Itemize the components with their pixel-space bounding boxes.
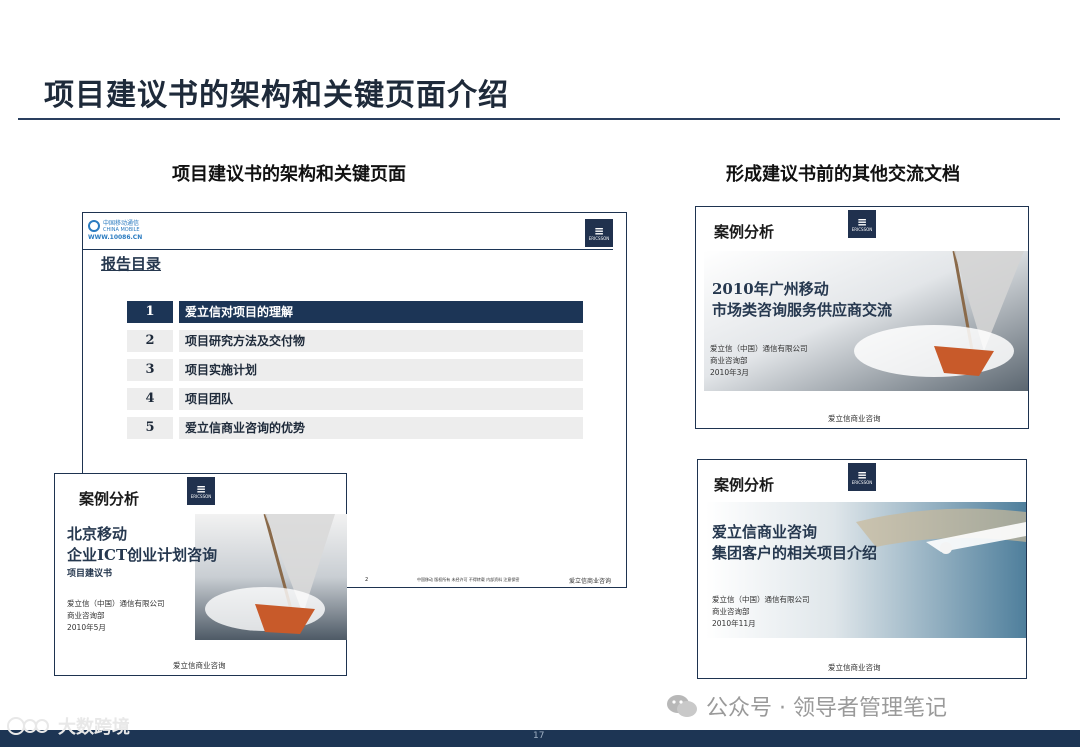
logo-text-cn: 中国移动通信 (103, 220, 140, 227)
case-title: 2010年广州移动 市场类咨询服务供应商交流 (712, 279, 892, 321)
case-footer: 爱立信商业咨询 (828, 663, 881, 672)
left-section-subtitle: 项目建议书的架构和关键页面 (172, 164, 406, 185)
slide-footer-note: 中国移动 版权所有 未经许可 不得转载 内部资料 注意保密 (417, 577, 520, 582)
case-title: 爱立信商业咨询 集团客户的相关项目介绍 (712, 522, 877, 564)
toc-heading: 报告目录 (101, 255, 162, 273)
slide-footer-brand: 爱立信商业咨询 (569, 578, 612, 585)
ericsson-text: ERICSSON (851, 479, 873, 485)
case-meta: 爱立信（中国）通信有限公司 商业咨询部 2010年3月 (710, 343, 808, 379)
toc-label: 项目团队 (179, 388, 583, 410)
wechat-watermark-text: 公众号 · 领导者管理笔记 (706, 696, 947, 721)
case-meta-line: 商业咨询部 (712, 607, 750, 616)
slide-header-rule (83, 249, 613, 250)
toc-item-2: 2 项目研究方法及交付物 (127, 330, 583, 352)
bottom-left-watermark: 大数跨境 (6, 713, 130, 739)
toc-label: 爱立信商业咨询的优势 (179, 417, 583, 439)
case-meta-line: 爱立信（中国）通信有限公司 (710, 344, 808, 353)
ericsson-text: ERICSSON (588, 235, 610, 241)
toc-number: 1 (127, 301, 173, 323)
toc-number: 3 (127, 359, 173, 381)
case-meta-line: 2010年11月 (712, 619, 756, 628)
ericsson-logo: ≡ ERICSSON (848, 210, 876, 238)
ericsson-text: ERICSSON (851, 226, 873, 232)
case-footer: 爱立信商业咨询 (828, 414, 881, 423)
case-title-line: 市场类咨询服务供应商交流 (712, 301, 893, 319)
china-mobile-icon (88, 219, 100, 232)
case-meta-line: 爱立信（中国）通信有限公司 (67, 599, 165, 608)
slide-footer-page: 2 (365, 577, 369, 583)
right-section-subtitle: 形成建议书前的其他交流文档 (726, 164, 960, 185)
ericsson-text: ERICSSON (190, 493, 212, 499)
case-slide-guangzhou: 案例分析 ≡ ERICSSON 2010年广州移动 市场类咨询服务供应商交流 爱立… (695, 206, 1029, 429)
case-slide-beijing: 案例分析 ≡ ERICSSON 北京移动 企业ICT创业计划咨询 项目建议书 爱立… (54, 473, 347, 676)
toc-label: 项目实施计划 (179, 359, 583, 381)
page-title: 项目建议书的架构和关键页面介绍 (44, 78, 509, 113)
toc-label: 项目研究方法及交付物 (179, 330, 583, 352)
case-title-line: 集团客户的相关项目介绍 (712, 544, 878, 562)
case-slide-group-clients: 案例分析 ≡ ERICSSON 爱立信商业咨询 集团客户的相关项目介绍 爱立信（中… (697, 459, 1027, 679)
case-footer: 爱立信商业咨询 (173, 661, 226, 670)
case-meta-line: 爱立信（中国）通信有限公司 (712, 595, 810, 604)
logo-url: WWW.10086.CN (88, 234, 143, 241)
page-number: 17 (533, 731, 545, 741)
toc-item-5: 5 爱立信商业咨询的优势 (127, 417, 583, 439)
case-title: 北京移动 企业ICT创业计划咨询 (67, 524, 217, 566)
case-subtitle: 项目建议书 (67, 569, 113, 579)
ericsson-logo: ≡ ERICSSON (848, 463, 876, 491)
watermark-logo-icon (7, 717, 49, 735)
case-meta: 爱立信（中国）通信有限公司 商业咨询部 2010年11月 (712, 594, 810, 630)
case-meta: 爱立信（中国）通信有限公司 商业咨询部 2010年5月 (67, 598, 165, 634)
logo-text-en: CHINA MOBILE (103, 227, 140, 233)
toc-item-1: 1 爱立信对项目的理解 (127, 301, 583, 323)
case-title-line: 北京移动 (67, 525, 128, 543)
case-meta-line: 商业咨询部 (67, 611, 105, 620)
case-meta-line: 2010年3月 (710, 368, 749, 377)
case-title-line: 2010年广州移动 (712, 280, 829, 298)
case-label: 案例分析 (79, 490, 140, 508)
wechat-icon (667, 695, 697, 717)
ericsson-logo: ≡ ERICSSON (187, 477, 215, 505)
case-meta-line: 2010年5月 (67, 623, 106, 632)
ericsson-logo: ≡ ERICSSON (585, 219, 613, 247)
case-title-line: 企业ICT创业计划咨询 (67, 546, 218, 564)
bottom-left-watermark-text: 大数跨境 (58, 717, 130, 738)
toc-number: 5 (127, 417, 173, 439)
toc-item-3: 3 项目实施计划 (127, 359, 583, 381)
toc-label: 爱立信对项目的理解 (179, 301, 583, 323)
case-label: 案例分析 (714, 476, 775, 494)
case-title-line: 爱立信商业咨询 (712, 523, 818, 541)
toc-item-4: 4 项目团队 (127, 388, 583, 410)
toc-number: 2 (127, 330, 173, 352)
title-divider (18, 118, 1060, 120)
case-label: 案例分析 (714, 223, 775, 241)
sailboat-image (195, 514, 347, 640)
china-mobile-logo: 中国移动通信 CHINA MOBILE WWW.10086.CN (88, 218, 142, 241)
case-meta-line: 商业咨询部 (710, 356, 748, 365)
toc-number: 4 (127, 388, 173, 410)
wechat-watermark: 公众号 · 领导者管理笔记 (666, 690, 947, 722)
sailboat-photo (195, 514, 347, 640)
